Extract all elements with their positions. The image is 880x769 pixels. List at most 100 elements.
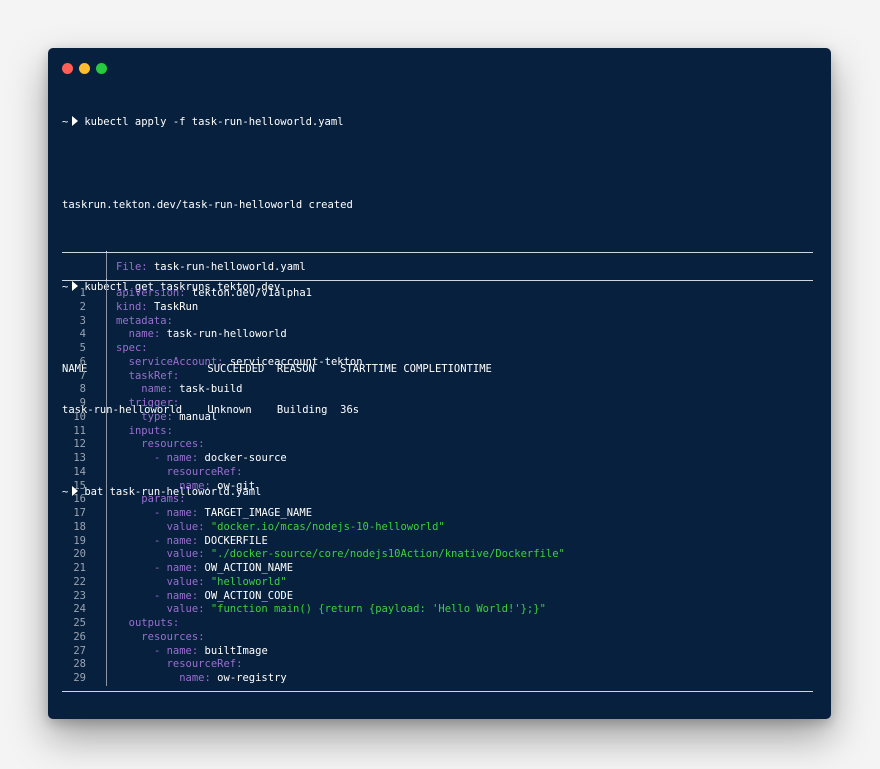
yaml-key: inputs [128,424,167,437]
code-text: taskRef: [128,369,180,382]
code-line: 27 - name: builtImage [62,645,813,659]
file-name: task-run-helloworld.yaml [153,261,306,273]
yaml-value: ow-registry [217,672,287,684]
code-text: - name: builtImage [153,644,268,657]
line-number: 10 [73,410,86,423]
code-line: 2 kind: TaskRun [62,301,813,315]
line-number: 27 [73,644,86,657]
code-line: 25 outputs: [62,617,813,631]
code-text: apiVersion: tekton.dev/v1alpha1 [116,287,312,299]
yaml-value: tekton.dev/v1alpha1 [191,287,312,299]
code-line: 4 name: task-run-helloworld [62,328,813,342]
code-text: value: "helloworld" [166,575,287,588]
yaml-key: name [166,452,192,464]
list-dash: - [153,534,167,547]
code-text: serviceAccount: serviceaccount-tekton [128,355,363,368]
code-line: 23 - name: OW_ACTION_CODE [62,590,813,604]
code-line: 7 taskRef: [62,370,813,384]
line-number: 21 [73,562,86,574]
yaml-value: "./docker-source/core/nodejs10Action/kna… [210,548,565,561]
close-icon[interactable] [62,63,73,74]
line-number: 23 [73,589,86,602]
yaml-key: name [166,507,192,519]
code-line: 6 serviceAccount: serviceaccount-tekton [62,356,813,370]
code-text: - name: DOCKERFILE [153,534,268,547]
yaml-key: resourceRef [166,465,237,478]
yaml-value: serviceaccount-tekton [229,355,363,368]
yaml-key: metadata [116,314,167,327]
code-line: 3 metadata: [62,315,813,329]
line-number: 12 [73,438,86,451]
code-line: 19 - name: DOCKERFILE [62,535,813,549]
line-number: 28 [73,658,86,671]
line-number: 24 [73,603,86,616]
code-text: inputs: [128,424,173,437]
yaml-key: apiVersion [116,287,180,299]
code-text: value: "docker.io/mcas/nodejs-10-hellowo… [166,520,445,533]
line-number: 18 [73,520,86,533]
code-line: 24 value: "function main() {return {payl… [62,603,813,617]
list-dash: - [153,644,167,657]
code-line: 20 value: "./docker-source/core/nodejs10… [62,548,813,562]
line-number: 14 [73,465,86,478]
minimize-icon[interactable] [79,63,90,74]
yaml-key: name [166,534,192,547]
code-line: 11 inputs: [62,425,813,439]
terminal-window: ~ kubectl apply -f task-run-helloworld.ya… [48,48,831,719]
code-text: name: task-run-helloworld [128,328,287,341]
line-number: 15 [73,479,86,492]
maximize-icon[interactable] [96,63,107,74]
code-line: 10 type: manual [62,411,813,425]
yaml-key: name [179,479,205,492]
code-line: 8 name: task-build [62,383,813,397]
yaml-key: outputs [128,617,173,629]
line-number: 22 [73,575,86,588]
line-number: 2 [79,300,86,313]
yaml-key: resourceRef [166,658,237,671]
code-line: 21 - name: OW_ACTION_NAME [62,562,813,576]
code-text: name: ow-git [179,479,256,492]
yaml-key: resources [141,438,199,451]
yaml-key: type [141,410,167,423]
yaml-value: manual [179,410,218,423]
yaml-key: value [166,575,199,588]
yaml-key: name [166,589,192,602]
bottom-divider [62,690,813,692]
code-line: 22 value: "helloworld" [62,576,813,590]
line-number: 16 [73,493,86,506]
line-number: 7 [79,369,86,382]
yaml-value: builtImage [204,644,268,657]
title-bar [48,48,831,84]
code-text: - name: docker-source [153,452,287,464]
bat-output: File: task-run-helloworld.yaml 1 apiVersi… [62,251,813,692]
code-line: 17 - name: TARGET_IMAGE_NAME [62,507,813,521]
command-line: ~ kubectl apply -f task-run-helloworld.ya… [62,116,813,130]
code-text: name: task-build [141,383,243,396]
yaml-value: DOCKERFILE [204,534,268,547]
code-line: 29 name: ow-registry [62,672,813,686]
code-line: 18 value: "docker.io/mcas/nodejs-10-hell… [62,521,813,535]
yaml-value: task-run-helloworld [166,328,287,341]
code-text: resourceRef: [166,658,243,671]
yaml-key: spec [116,342,142,354]
yaml-key: value [166,548,199,561]
line-number: 11 [73,424,86,437]
list-dash: - [153,562,167,574]
code-text: kind: TaskRun [116,300,199,313]
output-line: taskrun.tekton.dev/task-run-helloworld c… [62,198,353,211]
line-number: 19 [73,534,86,547]
code-text: params: [141,493,186,506]
line-number: 1 [79,287,86,299]
code-text: trigger: [128,397,180,409]
prompt-symbol: ~ [62,116,69,129]
yaml-key: value [166,603,199,616]
yaml-key: taskRef [128,369,173,382]
line-number: 13 [73,452,86,464]
yaml-key: serviceAccount [128,355,218,368]
code-text: resources: [141,630,205,643]
yaml-key: name [179,672,205,684]
yaml-key: resources [141,630,199,643]
code-text: type: manual [141,410,218,423]
yaml-key: params [141,493,180,506]
code-text: - name: OW_ACTION_CODE [153,589,294,602]
